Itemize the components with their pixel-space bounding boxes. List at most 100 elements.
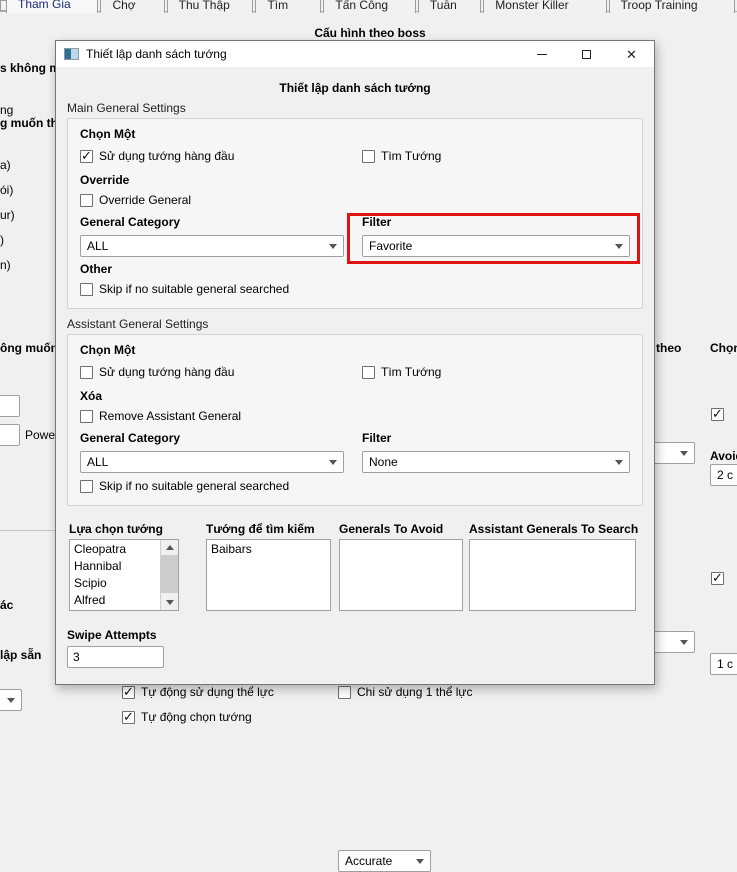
tab-bar: Tham Gia Boss Chợ Đen Thu Thập Res Tìm B… [6,0,737,13]
close-icon: ✕ [626,48,637,61]
checkbox[interactable] [122,711,135,724]
cb-label: Tìm Tướng [381,365,441,379]
checkbox[interactable] [338,686,351,699]
tab-tuan-tra[interactable]: Tuần Tra [418,0,481,13]
bg-accuracy-combo[interactable]: Accurate [338,850,431,872]
cb-use-top-general-assistant: Sử dụng tướng hàng đầu [80,365,362,379]
list-title: Tướng để tìm kiếm [206,522,331,536]
tab-tan-cong-boss[interactable]: Tấn Công Boss [323,0,415,13]
scroll-down-icon[interactable] [161,595,178,610]
checkbox[interactable] [80,150,93,163]
general-category-label: General Category [80,215,362,229]
dialog-header: Thiết lập danh sách tướng [67,81,643,95]
list-scrollbar[interactable] [160,540,178,610]
cb-label: Tự động sử dụng thể lực [141,685,274,699]
checkbox[interactable] [362,150,375,163]
cb-label: Chi sử dụng 1 thể lực [357,685,472,699]
main-group-label: Main General Settings [67,101,643,115]
bg-cb-auto-general: Tự động chọn tướng [122,710,252,724]
minimize-button[interactable] [519,41,564,67]
generals-to-search-list[interactable]: Baibars [206,539,331,611]
checkbox[interactable] [80,194,93,207]
cb-skip-assistant: Skip if no suitable general searched [80,479,630,493]
list-item[interactable]: Scipio [74,575,160,592]
window-icon [64,48,79,60]
swipe-attempts-input[interactable] [67,646,164,668]
general-category-label: General Category [80,431,362,445]
tab-monster-killer-settings[interactable]: Monster Killer Settings [483,0,606,13]
bg-partial-combo[interactable] [0,689,22,711]
cb-label: Sử dụng tướng hàng đầu [99,149,234,163]
tab-thu-thap-res[interactable]: Thu Thập Res [167,0,254,13]
cb-find-general-main: Tìm Tướng [362,149,441,163]
assistant-group-label: Assistant General Settings [67,317,643,331]
tab-troop-training-settings[interactable]: Troop Training Settings [609,0,735,13]
chevron-down-icon [680,640,688,645]
other-heading: Other [80,262,630,276]
override-heading: Override [80,173,630,187]
scroll-thumb[interactable] [161,555,178,593]
bg-left-fragment: ác [0,598,13,612]
bg-theo-label: theo [656,341,681,355]
tab-tim-boss[interactable]: Tìm Boss [255,0,321,13]
list-col-lua-chon-tuong: Lựa chọn tướng Cleopatra Hannibal Scipio… [69,522,179,611]
cb-override-general: Override General [80,193,630,207]
tab-tham-gia-boss[interactable]: Tham Gia Boss [6,0,98,13]
generals-to-avoid-list[interactable] [339,539,463,611]
bg-left-fragment: ng [0,103,13,117]
bg-cb-one-stamina: Chi sử dụng 1 thể lực [338,685,472,699]
bg-avoid-label: Avoid [710,449,737,463]
maximize-button[interactable] [564,41,609,67]
list-title: Generals To Avoid [339,522,463,536]
list-col-assistant-generals: Assistant Generals To Search [469,522,636,611]
bg-partial-input[interactable] [0,395,20,417]
bg-partial-input[interactable] [0,424,20,446]
bg-right-checkbox[interactable] [711,408,724,421]
cb-remove-assistant: Remove Assistant General [80,409,630,423]
checkbox[interactable] [80,366,93,379]
chevron-down-icon [680,451,688,456]
checkbox[interactable] [122,686,135,699]
bg-left-fragment: ông muốn [0,341,58,355]
general-category-combo-assistant[interactable]: ALL [80,451,344,473]
close-button[interactable]: ✕ [609,41,654,67]
list-title: Lựa chọn tướng [69,522,179,536]
filter-combo-assistant[interactable]: None [362,451,630,473]
bg-right-combo[interactable]: 2 c [710,464,737,486]
selected-generals-list[interactable]: Cleopatra Hannibal Scipio Alfred Ramesse… [69,539,179,611]
checkbox[interactable] [80,480,93,493]
list-item[interactable]: Alfred [74,592,160,609]
dialog-title: Thiết lập danh sách tướng [86,47,519,61]
checkbox[interactable] [80,283,93,296]
general-category-combo-main[interactable]: ALL [80,235,344,257]
cb-skip-main: Skip if no suitable general searched [80,282,630,296]
chevron-down-icon [329,460,337,465]
dialog-titlebar[interactable]: Thiết lập danh sách tướng ✕ [56,41,654,67]
bg-right-checkbox[interactable] [711,572,724,585]
list-item[interactable]: Hannibal [74,558,160,575]
bg-right-combo[interactable]: 1 c [710,653,737,675]
bg-left-fragment: s không m [0,61,60,75]
list-item[interactable]: Ramesses [74,609,160,611]
main-general-settings-group: Chọn Một Sử dụng tướng hàng đầu Tìm Tướn… [67,118,643,309]
checkbox[interactable] [80,410,93,423]
bg-cb-auto-stamina: Tự động sử dụng thể lực [122,685,274,699]
bg-chon-label: Chọn [710,341,737,355]
list-item[interactable]: Baibars [211,541,330,558]
bg-left-fragment: n) [0,258,11,272]
chevron-down-icon [615,460,623,465]
assistant-generals-to-search-list[interactable] [469,539,636,611]
list-title: Assistant Generals To Search [469,522,636,536]
cb-find-general-assistant: Tìm Tướng [362,365,441,379]
cb-label: Tự động chọn tướng [141,710,252,724]
scroll-up-icon[interactable] [161,540,178,555]
cb-use-top-general-main: Sử dụng tướng hàng đầu [80,149,362,163]
bg-left-fragment: ói) [0,183,13,197]
filter-combo-main[interactable]: Favorite [362,235,630,257]
checkbox[interactable] [362,366,375,379]
list-item[interactable]: Cleopatra [74,541,160,558]
list-col-tuong-de-tim-kiem: Tướng để tìm kiếm Baibars [206,522,331,611]
chon-mot-heading: Chọn Một [80,343,630,357]
tab-cho-den[interactable]: Chợ Đen [100,0,164,13]
chon-mot-heading: Chọn Một [80,127,630,141]
